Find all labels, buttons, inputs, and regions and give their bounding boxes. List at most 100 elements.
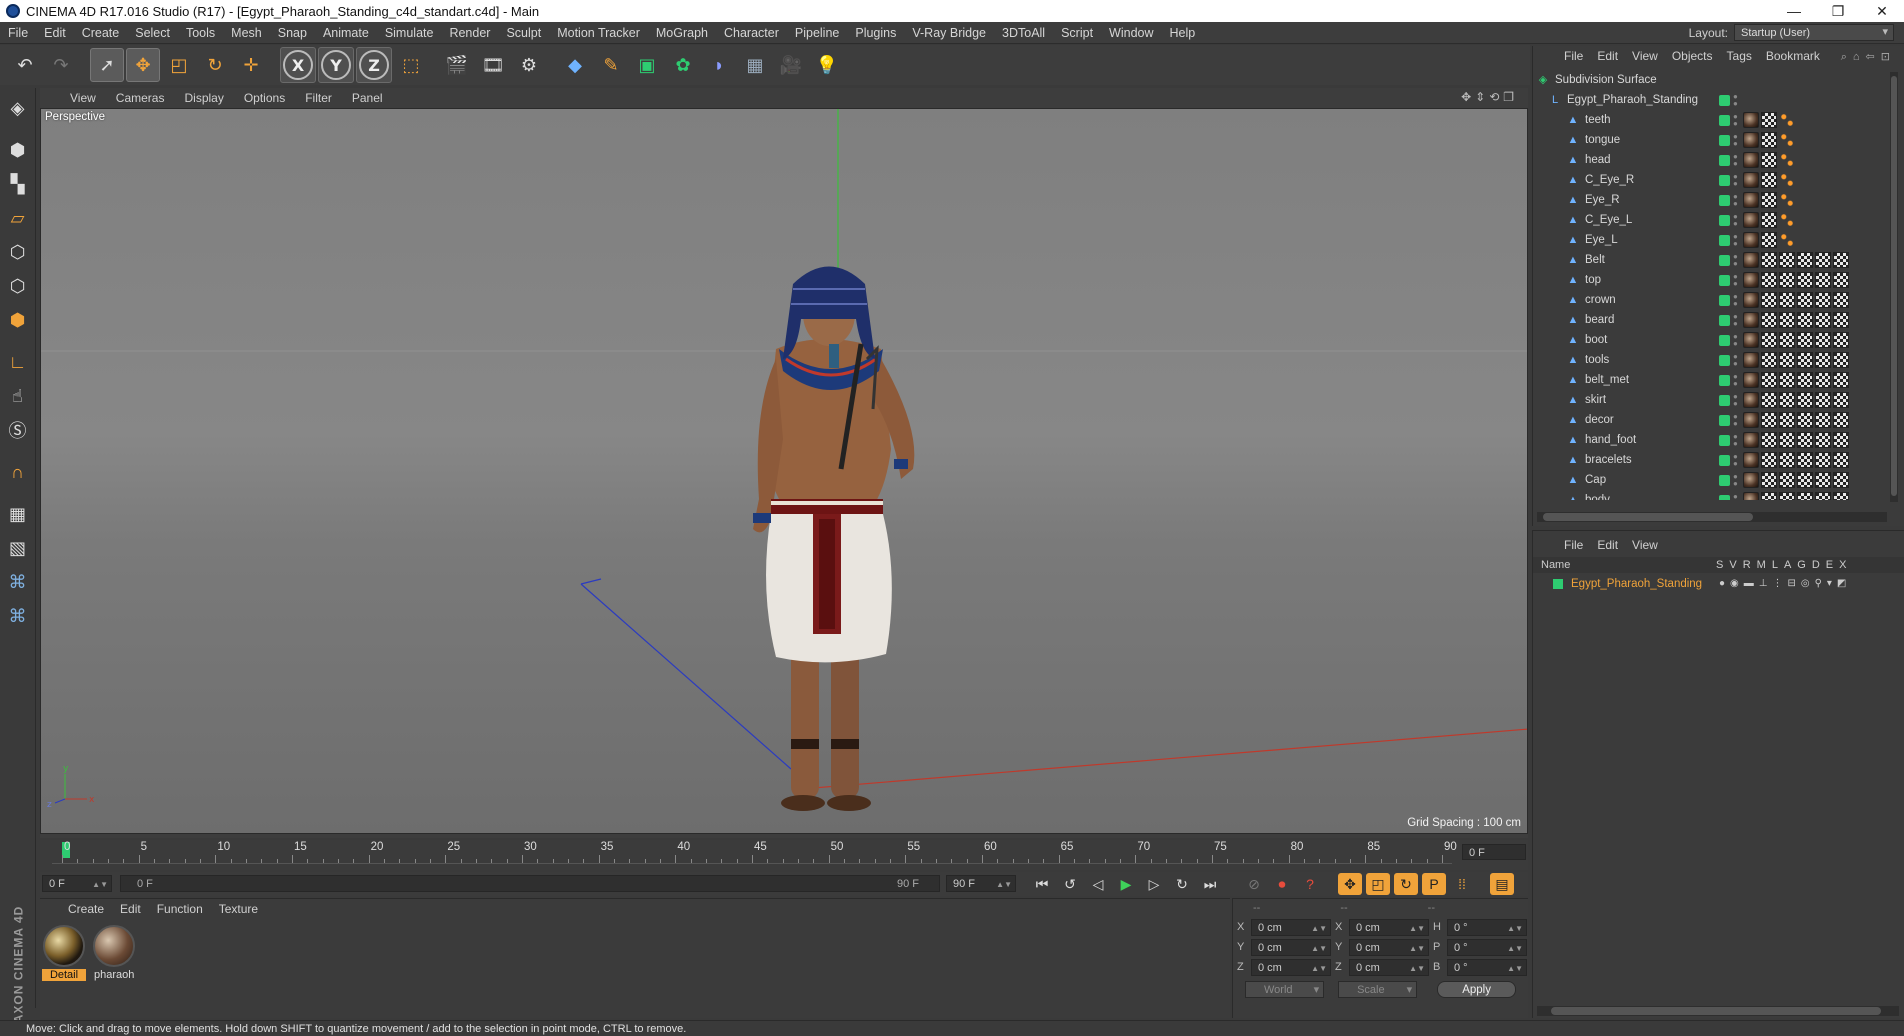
object-row-c-eye-l[interactable]: ▲ C_Eye_L ● ● xyxy=(1533,210,1887,230)
key-param-icon[interactable]: P xyxy=(1422,873,1446,895)
menu-character[interactable]: Character xyxy=(716,22,787,44)
timeline-window-icon[interactable]: ▤ xyxy=(1490,873,1514,895)
material-tag-icon[interactable] xyxy=(1743,332,1759,348)
layer-color-swatch[interactable] xyxy=(1719,295,1730,306)
texture-tag-icon[interactable] xyxy=(1779,392,1795,408)
visibility-dots[interactable]: ●● xyxy=(1733,173,1738,188)
texture-tag-icon[interactable] xyxy=(1761,152,1777,168)
viewport-menu-panel[interactable]: Panel xyxy=(342,91,393,105)
menu-simulate[interactable]: Simulate xyxy=(377,22,442,44)
maximize-button[interactable]: ❐ xyxy=(1816,0,1860,22)
3d-viewport[interactable]: Perspective y x z Grid Spacing: 100 cm xyxy=(40,108,1528,834)
texture-tag-icon[interactable] xyxy=(1779,272,1795,288)
texture-tag-icon[interactable] xyxy=(1761,372,1777,388)
texture-tag-icon[interactable] xyxy=(1761,172,1777,188)
key-rotation-icon[interactable]: ↻ xyxy=(1394,873,1418,895)
material-tag-icon[interactable] xyxy=(1743,452,1759,468)
visibility-dots[interactable]: ●● xyxy=(1733,153,1738,168)
visibility-dots[interactable]: ●● xyxy=(1733,433,1738,448)
layer-color-swatch[interactable] xyxy=(1719,115,1730,126)
visibility-dots[interactable]: ●● xyxy=(1733,453,1738,468)
lm-menu-edit[interactable]: Edit xyxy=(1590,538,1625,552)
object-row-eye-r[interactable]: ▲ Eye_R ● ● xyxy=(1533,190,1887,210)
points-mode-icon[interactable]: ⬡ xyxy=(2,236,34,268)
texture-tag-icon[interactable] xyxy=(1815,332,1831,348)
viewport-menu-view[interactable]: View xyxy=(60,91,106,105)
texture-tag-icon[interactable] xyxy=(1761,212,1777,228)
python-script-icon[interactable]: ⌘ xyxy=(2,566,34,598)
texture-mode-icon[interactable]: ▚ xyxy=(2,168,34,200)
subdivision-surface-icon[interactable]: ▣ xyxy=(630,48,664,82)
layer-toggle-icons[interactable]: ●◉▬⊥⋮⊟◎⚲▾◩ xyxy=(1719,578,1851,589)
layer-color-swatch[interactable] xyxy=(1719,95,1730,106)
selection-tag-icon[interactable] xyxy=(1779,112,1795,128)
menu-mograph[interactable]: MoGraph xyxy=(648,22,716,44)
texture-tag-icon[interactable] xyxy=(1761,332,1777,348)
object-row-boot[interactable]: ▲ boot ● ● xyxy=(1533,330,1887,350)
object-row-decor[interactable]: ▲ decor ● ● xyxy=(1533,410,1887,430)
material-pharaoh[interactable]: pharaoh xyxy=(92,925,136,981)
light-icon[interactable]: 💡 xyxy=(810,48,844,82)
current-frame-field[interactable]: 0 F xyxy=(1462,844,1526,860)
layer-color-swatch[interactable] xyxy=(1719,255,1730,266)
menu-window[interactable]: Window xyxy=(1101,22,1161,44)
menu-select[interactable]: Select xyxy=(127,22,178,44)
menu-create[interactable]: Create xyxy=(74,22,128,44)
previous-key-icon[interactable]: ↺ xyxy=(1058,873,1082,895)
object-row-skirt[interactable]: ▲ skirt ● ● xyxy=(1533,390,1887,410)
layer-color-swatch[interactable] xyxy=(1719,155,1730,166)
texture-tag-icon[interactable] xyxy=(1833,372,1849,388)
menu-file[interactable]: File xyxy=(0,22,36,44)
play-icon[interactable]: ▶ xyxy=(1114,873,1138,895)
material-menu-function[interactable]: Function xyxy=(149,902,211,916)
object-row-tongue[interactable]: ▲ tongue ● ● xyxy=(1533,130,1887,150)
material-tag-icon[interactable] xyxy=(1743,472,1759,488)
texture-tag-icon[interactable] xyxy=(1779,452,1795,468)
z-axis-lock-button[interactable]: Z xyxy=(356,47,392,83)
material-tag-icon[interactable] xyxy=(1743,312,1759,328)
visibility-dots[interactable]: ●● xyxy=(1733,113,1738,128)
material-tag-icon[interactable] xyxy=(1743,492,1759,500)
null-group-row[interactable]: L Egypt_Pharaoh_Standing ● ● xyxy=(1533,90,1887,110)
material-tag-icon[interactable] xyxy=(1743,292,1759,308)
texture-tag-icon[interactable] xyxy=(1815,312,1831,328)
texture-tag-icon[interactable] xyxy=(1833,352,1849,368)
visibility-dots[interactable]: ●● xyxy=(1733,493,1738,501)
layer-color-swatch[interactable] xyxy=(1719,235,1730,246)
texture-tag-icon[interactable] xyxy=(1797,312,1813,328)
next-key-icon[interactable]: ↻ xyxy=(1170,873,1194,895)
viewport-nav-icons[interactable]: ✥⇕⟲❐ xyxy=(1461,90,1518,104)
menu-sculpt[interactable]: Sculpt xyxy=(498,22,549,44)
viewport-menu-display[interactable]: Display xyxy=(174,91,233,105)
material-tag-icon[interactable] xyxy=(1743,212,1759,228)
position-z-field[interactable]: 0 cm ▲▼ xyxy=(1251,958,1331,976)
texture-tag-icon[interactable] xyxy=(1779,332,1795,348)
menu-script[interactable]: Script xyxy=(1053,22,1101,44)
object-tree-hscroll[interactable] xyxy=(1537,512,1887,522)
texture-tag-icon[interactable] xyxy=(1761,472,1777,488)
lm-menu-file[interactable]: File xyxy=(1557,538,1590,552)
record-keys-icon[interactable]: ⊘ xyxy=(1242,873,1266,895)
end-frame-field[interactable]: 90 F ▲▼ xyxy=(946,875,1016,892)
autokey-icon[interactable]: ⏺ xyxy=(1270,873,1294,895)
render-view-icon[interactable]: 🎬 xyxy=(440,48,474,82)
texture-tag-icon[interactable] xyxy=(1797,332,1813,348)
material-tag-icon[interactable] xyxy=(1743,432,1759,448)
material-tag-icon[interactable] xyxy=(1743,192,1759,208)
cloner-icon[interactable]: ✿ xyxy=(666,48,700,82)
menu-vray-bridge[interactable]: V-Ray Bridge xyxy=(904,22,994,44)
menu-snap[interactable]: Snap xyxy=(270,22,315,44)
visibility-dots[interactable]: ●● xyxy=(1733,253,1738,268)
visibility-dots[interactable]: ●● xyxy=(1733,93,1738,108)
texture-tag-icon[interactable] xyxy=(1797,472,1813,488)
texture-tag-icon[interactable] xyxy=(1815,432,1831,448)
lm-menu-view[interactable]: View xyxy=(1625,538,1665,552)
minimize-button[interactable]: — xyxy=(1772,0,1816,22)
texture-tag-icon[interactable] xyxy=(1761,492,1777,500)
go-to-end-icon[interactable]: ⏭ xyxy=(1198,873,1222,895)
visibility-dots[interactable]: ●● xyxy=(1733,233,1738,248)
texture-tag-icon[interactable] xyxy=(1815,472,1831,488)
texture-tag-icon[interactable] xyxy=(1761,392,1777,408)
redo-icon[interactable]: ↷ xyxy=(44,48,78,82)
render-picture-viewer-icon[interactable]: 🎞 xyxy=(476,48,510,82)
